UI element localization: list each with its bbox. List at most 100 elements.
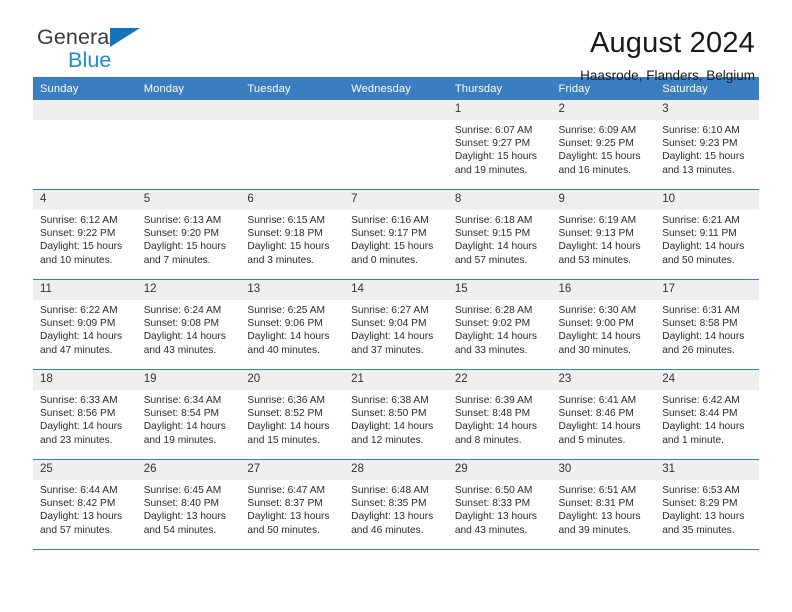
sunrise-text: Sunrise: 6:42 AM (662, 395, 740, 406)
day-details: Sunrise: 6:21 AM Sunset: 9:11 PM Daylight:… (655, 210, 759, 267)
sunrise-text: Sunrise: 6:27 AM (351, 305, 429, 316)
calendar-day-cell[interactable]: 23 Sunrise: 6:41 AM Sunset: 8:46 PM Dayligh… (551, 369, 656, 460)
calendar-day-cell[interactable]: 6 Sunrise: 6:15 AM Sunset: 9:18 PM Daylight… (240, 189, 345, 280)
day-number: 25 (33, 460, 137, 480)
sunrise-text: Sunrise: 6:25 AM (247, 305, 325, 316)
sunset-text: Sunset: 8:31 PM (558, 498, 634, 510)
day-details: Sunrise: 6:38 AM Sunset: 8:50 PM Daylight:… (344, 390, 448, 447)
sunset-text: Sunset: 8:37 PM (247, 498, 323, 510)
calendar-day-cell[interactable]: 29 Sunrise: 6:50 AM Sunset: 8:33 PM Dayligh… (447, 459, 552, 550)
sunrise-text: Sunrise: 6:18 AM (454, 215, 533, 226)
sunrise-text: Sunrise: 6:41 AM (558, 395, 637, 406)
calendar-day-cell[interactable]: 10 Sunrise: 6:21 AM Sunset: 9:11 PM Dayligh… (655, 189, 759, 280)
day-details: Sunrise: 6:28 AM Sunset: 9:02 PM Daylight:… (448, 300, 552, 357)
day-details: Sunrise: 6:09 AM Sunset: 9:25 PM Daylight:… (552, 120, 656, 177)
sunrise-text: Sunrise: 6:07 AM (454, 125, 533, 136)
weekday-header-sunday: Sunday (33, 77, 137, 100)
daylight-text: Daylight: 14 hours and 8 minutes. (454, 421, 537, 446)
day-details: Sunrise: 6:41 AM Sunset: 8:46 PM Daylight:… (552, 390, 656, 447)
weekday-header-monday: Monday (136, 77, 241, 100)
daylight-text: Daylight: 15 hours and 0 minutes. (351, 241, 434, 266)
sunrise-text: Sunrise: 6:24 AM (143, 305, 222, 316)
day-number: 31 (655, 460, 759, 480)
calendar-day-cell[interactable]: 26 Sunrise: 6:45 AM Sunset: 8:40 PM Dayligh… (136, 459, 241, 550)
day-details: Sunrise: 6:39 AM Sunset: 8:48 PM Daylight:… (448, 390, 552, 447)
sunrise-text: Sunrise: 6:50 AM (454, 485, 533, 496)
sunrise-text: Sunrise: 6:19 AM (558, 215, 637, 226)
sunset-text: Sunset: 8:50 PM (351, 408, 427, 420)
daylight-text: Daylight: 13 hours and 57 minutes. (40, 511, 123, 536)
calendar-day-cell[interactable]: 7 Sunrise: 6:16 AM Sunset: 9:17 PM Daylight… (344, 189, 448, 280)
day-details: Sunrise: 6:45 AM Sunset: 8:40 PM Daylight:… (137, 480, 241, 537)
sunset-text: Sunset: 9:13 PM (558, 228, 634, 240)
calendar-day-cell[interactable]: 12 Sunrise: 6:24 AM Sunset: 9:08 PM Dayligh… (136, 279, 241, 370)
day-number: 11 (33, 280, 137, 300)
daylight-text: Daylight: 13 hours and 46 minutes. (351, 511, 434, 536)
daylight-text: Daylight: 14 hours and 19 minutes. (143, 421, 226, 446)
day-number: 28 (344, 460, 448, 480)
calendar-week-row: 18 Sunrise: 6:33 AM Sunset: 8:56 PM Dayligh… (33, 369, 759, 460)
logo-top-row: General (37, 25, 207, 50)
day-details: Sunrise: 6:53 AM Sunset: 8:29 PM Daylight:… (655, 480, 759, 537)
calendar-day-cell[interactable]: 24 Sunrise: 6:42 AM Sunset: 8:44 PM Dayligh… (655, 369, 759, 460)
calendar-day-cell[interactable]: 22 Sunrise: 6:39 AM Sunset: 8:48 PM Dayligh… (447, 369, 552, 460)
sunrise-text: Sunrise: 6:33 AM (40, 395, 118, 406)
calendar-body: 1 Sunrise: 6:07 AM Sunset: 9:27 PM Daylight… (33, 100, 759, 550)
calendar-week-row: 11 Sunrise: 6:22 AM Sunset: 9:09 PM Dayligh… (33, 279, 759, 370)
calendar-day-cell[interactable]: 9 Sunrise: 6:19 AM Sunset: 9:13 PM Daylight… (551, 189, 656, 280)
calendar-day-cell[interactable]: 14 Sunrise: 6:27 AM Sunset: 9:04 PM Dayligh… (344, 279, 448, 370)
calendar-day-cell[interactable]: 28 Sunrise: 6:48 AM Sunset: 8:35 PM Dayligh… (344, 459, 448, 550)
sunset-text: Sunset: 8:33 PM (454, 498, 531, 510)
day-number: 4 (33, 190, 137, 210)
calendar-day-cell[interactable]: 3 Sunrise: 6:10 AM Sunset: 9:23 PM Daylight… (655, 100, 759, 190)
sunset-text: Sunset: 9:18 PM (247, 228, 323, 240)
calendar-day-cell[interactable]: 1 Sunrise: 6:07 AM Sunset: 9:27 PM Daylight… (447, 100, 552, 190)
calendar-day-cell[interactable]: 27 Sunrise: 6:47 AM Sunset: 8:37 PM Dayligh… (240, 459, 345, 550)
day-details: Sunrise: 6:12 AM Sunset: 9:22 PM Daylight:… (33, 210, 137, 267)
day-details: Sunrise: 6:07 AM Sunset: 9:27 PM Daylight:… (448, 120, 552, 177)
calendar-week-row: 25 Sunrise: 6:44 AM Sunset: 8:42 PM Dayligh… (33, 459, 759, 550)
general-blue-logo[interactable]: General Blue (37, 25, 207, 73)
page-title: August 2024 (589, 27, 755, 59)
sunset-text: Sunset: 9:02 PM (454, 318, 531, 330)
calendar-day-cell[interactable]: 13 Sunrise: 6:25 AM Sunset: 9:06 PM Dayligh… (240, 279, 345, 370)
daylight-text: Daylight: 14 hours and 12 minutes. (351, 421, 434, 446)
calendar-day-cell[interactable]: 20 Sunrise: 6:36 AM Sunset: 8:52 PM Dayligh… (240, 369, 345, 460)
calendar-day-cell[interactable]: 15 Sunrise: 6:28 AM Sunset: 9:02 PM Dayligh… (447, 279, 552, 370)
calendar-day-cell[interactable]: 25 Sunrise: 6:44 AM Sunset: 8:42 PM Dayligh… (33, 459, 137, 550)
day-details: Sunrise: 6:42 AM Sunset: 8:44 PM Daylight:… (655, 390, 759, 447)
day-number: 20 (240, 370, 345, 390)
calendar-day-cell[interactable]: 4 Sunrise: 6:12 AM Sunset: 9:22 PM Daylight… (33, 189, 137, 280)
calendar-page: General Blue August 2024 Haasrode, Fland… (0, 0, 792, 612)
sunset-text: Sunset: 8:52 PM (247, 408, 323, 420)
calendar-day-cell[interactable]: 11 Sunrise: 6:22 AM Sunset: 9:09 PM Dayligh… (33, 279, 137, 370)
sunset-text: Sunset: 9:23 PM (662, 138, 738, 150)
calendar-day-cell[interactable]: 30 Sunrise: 6:51 AM Sunset: 8:31 PM Dayligh… (551, 459, 656, 550)
calendar-grid: Sunday Monday Tuesday Wednesday Thursday… (33, 77, 759, 550)
sunrise-text: Sunrise: 6:10 AM (662, 125, 740, 136)
calendar-week-row: 1 Sunrise: 6:07 AM Sunset: 9:27 PM Daylight… (33, 100, 759, 190)
sunset-text: Sunset: 9:08 PM (143, 318, 220, 330)
calendar-cell-empty (344, 100, 448, 190)
day-number: 2 (551, 100, 656, 120)
day-number: 12 (136, 280, 241, 300)
calendar-day-cell[interactable]: 17 Sunrise: 6:31 AM Sunset: 8:58 PM Dayligh… (655, 279, 759, 370)
day-details: Sunrise: 6:16 AM Sunset: 9:17 PM Daylight:… (344, 210, 448, 267)
day-details: Sunrise: 6:31 AM Sunset: 8:58 PM Daylight:… (655, 300, 759, 357)
calendar-day-cell[interactable]: 21 Sunrise: 6:38 AM Sunset: 8:50 PM Dayligh… (344, 369, 448, 460)
calendar-day-cell[interactable]: 19 Sunrise: 6:34 AM Sunset: 8:54 PM Dayligh… (136, 369, 241, 460)
calendar-day-cell[interactable]: 18 Sunrise: 6:33 AM Sunset: 8:56 PM Dayligh… (33, 369, 137, 460)
day-number: 18 (33, 370, 137, 390)
calendar-day-cell[interactable]: 8 Sunrise: 6:18 AM Sunset: 9:15 PM Daylight… (447, 189, 552, 280)
daylight-text: Daylight: 15 hours and 19 minutes. (454, 151, 537, 176)
calendar-day-cell[interactable]: 5 Sunrise: 6:13 AM Sunset: 9:20 PM Daylight… (136, 189, 241, 280)
calendar-day-cell[interactable]: 31 Sunrise: 6:53 AM Sunset: 8:29 PM Dayligh… (655, 459, 759, 550)
sunrise-text: Sunrise: 6:13 AM (143, 215, 222, 226)
calendar-day-cell[interactable]: 16 Sunrise: 6:30 AM Sunset: 9:00 PM Dayligh… (551, 279, 656, 370)
calendar-week-row: 4 Sunrise: 6:12 AM Sunset: 9:22 PM Daylight… (33, 189, 759, 280)
daylight-text: Daylight: 14 hours and 47 minutes. (40, 331, 123, 356)
day-number: 23 (551, 370, 656, 390)
sunset-text: Sunset: 9:25 PM (558, 138, 634, 150)
calendar-day-cell[interactable]: 2 Sunrise: 6:09 AM Sunset: 9:25 PM Daylight… (551, 100, 656, 190)
sunrise-text: Sunrise: 6:38 AM (351, 395, 429, 406)
